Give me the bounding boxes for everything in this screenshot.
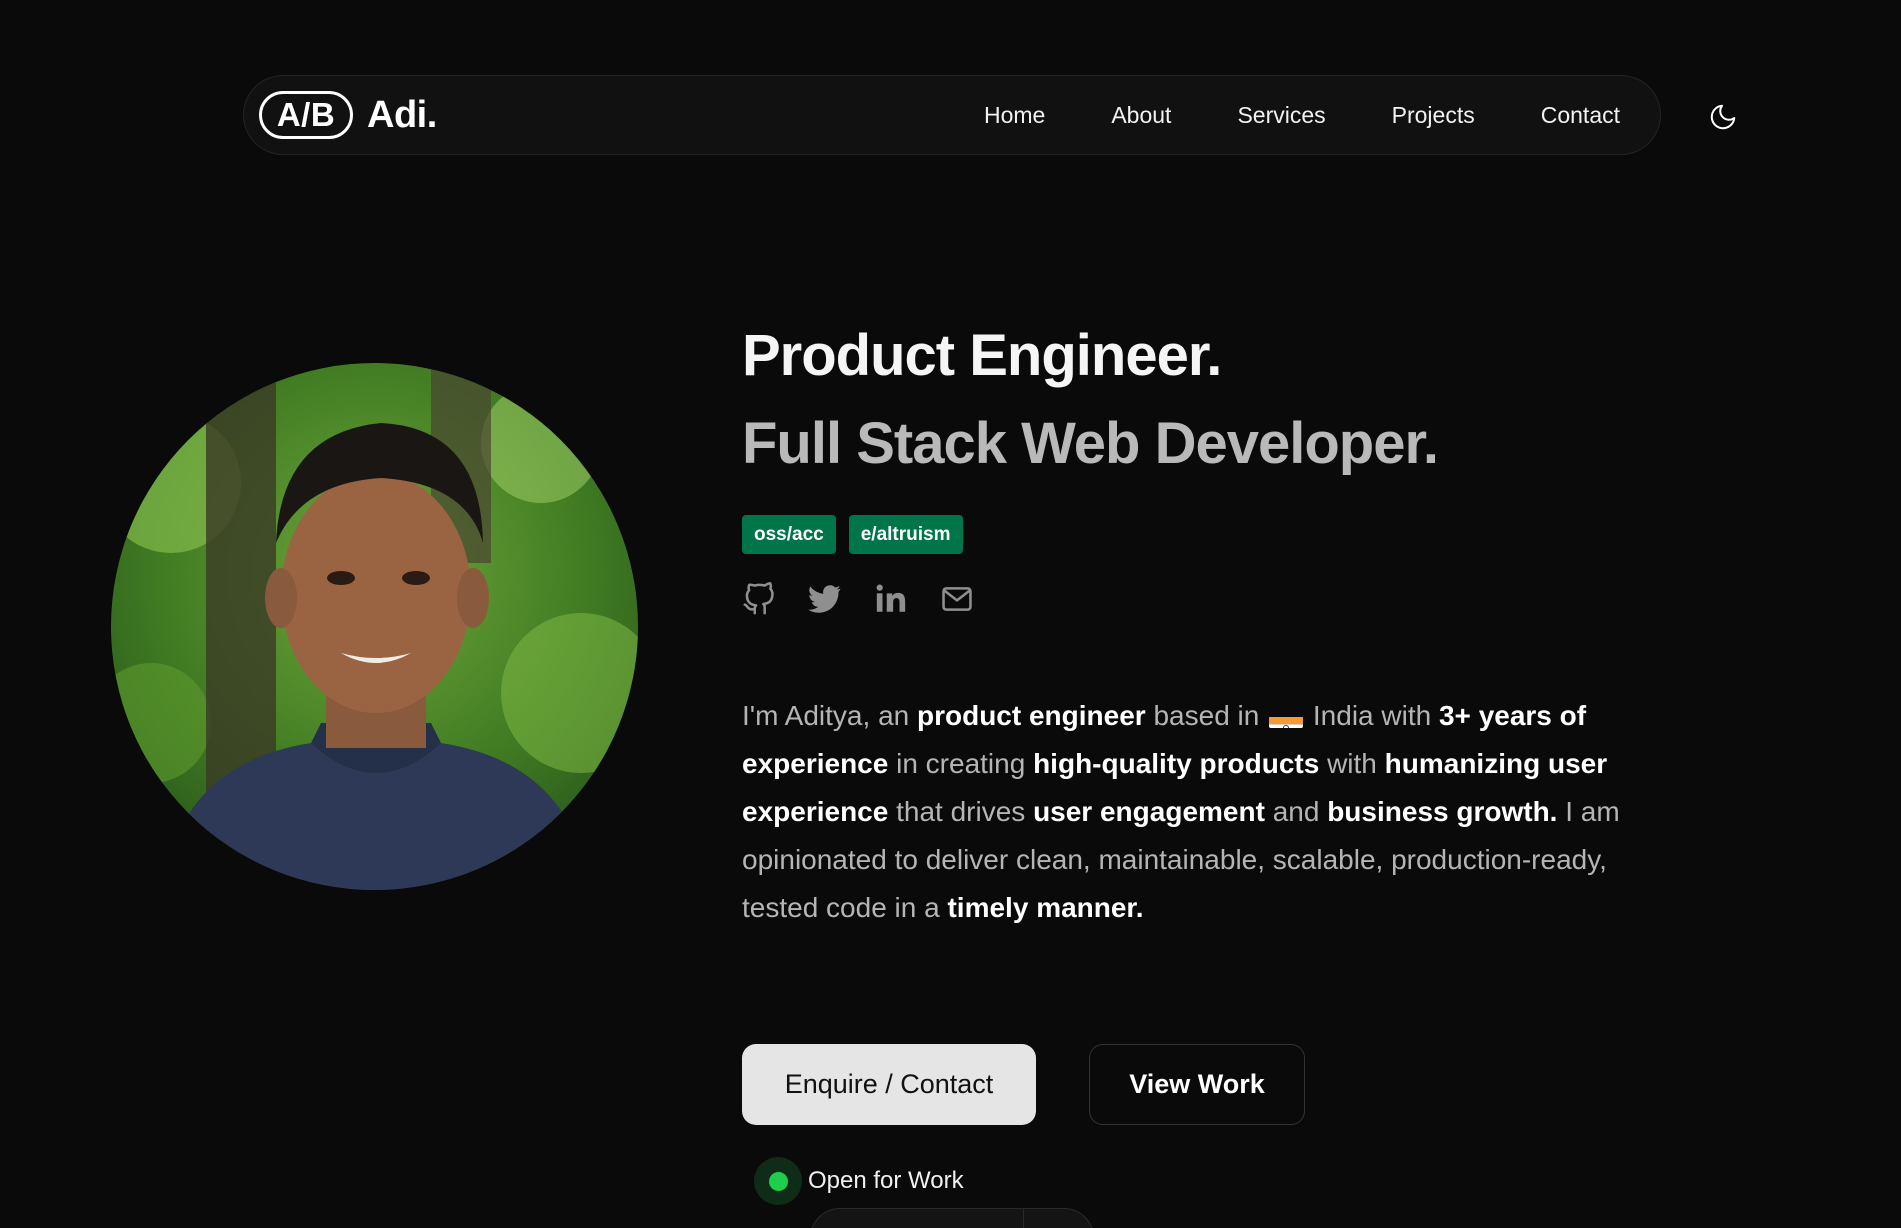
logo-name: Adi.: [367, 93, 437, 136]
status-indicator: [754, 1157, 802, 1205]
bio-highlight: timely manner.: [947, 892, 1144, 923]
profile-photo: [111, 363, 638, 890]
mail-link[interactable]: [940, 582, 974, 616]
bio-highlight: product engineer: [917, 700, 1146, 731]
bio-text: with: [1319, 748, 1385, 779]
linkedin-icon: [876, 584, 906, 612]
availability-status: Open for Work: [754, 1157, 964, 1205]
divider: [1023, 1209, 1024, 1228]
nav-link-services[interactable]: Services: [1237, 102, 1325, 129]
status-text: Open for Work: [808, 1167, 964, 1194]
twitter-link[interactable]: [808, 582, 842, 616]
india-flag-icon: [1269, 706, 1304, 728]
bio-highlight: high-quality products: [1033, 748, 1320, 779]
logo[interactable]: A/B Adi.: [259, 91, 437, 139]
logo-badge: A/B: [259, 91, 353, 139]
nav-link-projects[interactable]: Projects: [1392, 102, 1475, 129]
tag-e-altruism[interactable]: e/altruism: [848, 515, 963, 554]
bio-highlight: business growth.: [1327, 796, 1558, 827]
hero-actions: Enquire / Contact View Work: [742, 1044, 1305, 1125]
navbar: A/B Adi. Home About Services Projects Co…: [243, 75, 1661, 155]
bio-text: that drives: [888, 796, 1034, 827]
bio-text: based in: [1145, 700, 1268, 731]
theme-toggle-button[interactable]: [1706, 100, 1740, 134]
nav-links: Home About Services Projects Contact: [984, 102, 1620, 129]
enquire-contact-button[interactable]: Enquire / Contact: [742, 1044, 1036, 1125]
bio-text: India with: [1305, 700, 1439, 731]
bio-paragraph: I'm Aditya, an product engineer based in…: [742, 692, 1642, 932]
view-work-button[interactable]: View Work: [1089, 1044, 1305, 1125]
hero: Product Engineer. Full Stack Web Develop…: [742, 318, 1662, 932]
github-icon: [743, 582, 774, 615]
bio-text: and: [1264, 796, 1328, 827]
hero-title: Product Engineer.: [742, 323, 1222, 388]
nav-link-contact[interactable]: Contact: [1541, 102, 1620, 129]
tag-list: oss/acc e/altruism: [742, 515, 1662, 554]
bio-highlight: user engagement: [1033, 796, 1265, 827]
mail-icon: [942, 587, 972, 611]
hero-subtitle: Full Stack Web Developer.: [742, 411, 1439, 476]
nav-link-home[interactable]: Home: [984, 102, 1045, 129]
linkedin-link[interactable]: [874, 582, 908, 616]
status-dot: [768, 1171, 788, 1191]
github-link[interactable]: [742, 582, 776, 616]
tag-oss-acc[interactable]: oss/acc: [742, 515, 836, 554]
bio-text: I'm Aditya, an: [742, 700, 917, 731]
partial-widget[interactable]: [810, 1208, 1094, 1228]
moon-icon: [1710, 104, 1736, 130]
twitter-icon: [808, 585, 841, 613]
social-links: [742, 582, 1662, 616]
nav-link-about[interactable]: About: [1111, 102, 1171, 129]
bio-text: in creating: [888, 748, 1034, 779]
